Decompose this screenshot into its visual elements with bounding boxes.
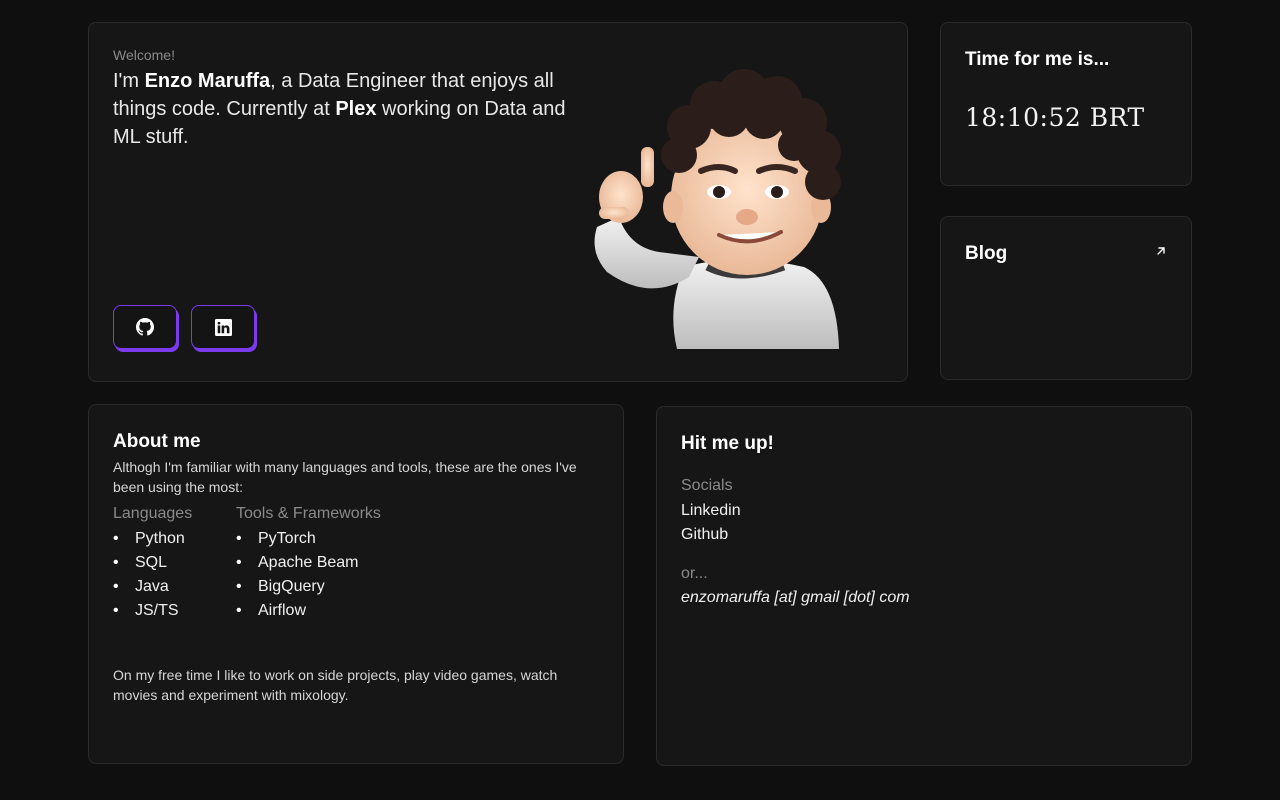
blog-card[interactable]: Blog bbox=[940, 216, 1192, 380]
tools-column: Tools & Frameworks PyTorch Apache Beam B… bbox=[236, 505, 381, 623]
list-item: BigQuery bbox=[236, 575, 381, 599]
contact-card: Hit me up! Socials Linkedin Github or...… bbox=[656, 406, 1192, 766]
list-item: Apache Beam bbox=[236, 551, 381, 575]
tools-heading: Tools & Frameworks bbox=[236, 505, 381, 522]
list-item: Airflow bbox=[236, 599, 381, 623]
github-link[interactable]: Github bbox=[681, 523, 728, 547]
list-item: SQL bbox=[113, 551, 192, 575]
linkedin-link[interactable]: Linkedin bbox=[681, 499, 741, 523]
list-item: PyTorch bbox=[236, 527, 381, 551]
bio-text: I'm Enzo Maruffa, a Data Engineer that e… bbox=[113, 70, 566, 148]
about-card: About me Althogh I'm familiar with many … bbox=[88, 404, 624, 764]
about-title: About me bbox=[113, 431, 201, 452]
list-item: Java bbox=[113, 575, 192, 599]
github-icon bbox=[136, 318, 154, 336]
linkedin-icon bbox=[214, 318, 232, 336]
clock-card: Time for me is... 18:10:52 BRT bbox=[940, 22, 1192, 186]
welcome-text: Welcome! bbox=[113, 47, 175, 63]
clock-time: 18:10:52 BRT bbox=[965, 103, 1145, 132]
free-time-text: On my free time I like to work on side p… bbox=[113, 667, 558, 703]
email-text: enzomaruffa [at] gmail [dot] com bbox=[681, 589, 910, 606]
languages-heading: Languages bbox=[113, 505, 193, 522]
contact-title: Hit me up! bbox=[681, 433, 774, 454]
list-item: JS/TS bbox=[113, 599, 192, 623]
languages-column: Languages Python SQL Java JS/TS bbox=[113, 505, 192, 623]
memoji-avatar bbox=[594, 69, 841, 349]
socials-label: Socials bbox=[681, 477, 733, 494]
intro-card: Welcome! I'm Enzo Maruffa, a Data Engine… bbox=[88, 22, 908, 382]
languages-list: Python SQL Java JS/TS bbox=[113, 527, 192, 623]
clock-title: Time for me is... bbox=[965, 49, 1110, 70]
or-label: or... bbox=[681, 565, 708, 582]
blog-title: Blog bbox=[965, 243, 1008, 264]
linkedin-button[interactable] bbox=[191, 305, 255, 349]
name-highlight: Enzo Maruffa bbox=[144, 70, 271, 92]
arrow-up-right-icon[interactable] bbox=[1155, 245, 1167, 257]
tools-list: PyTorch Apache Beam BigQuery Airflow bbox=[236, 527, 381, 623]
company-highlight: Plex bbox=[335, 98, 377, 120]
github-button[interactable] bbox=[113, 305, 177, 349]
about-description: Althogh I'm familiar with many languages… bbox=[113, 459, 577, 495]
list-item: Python bbox=[113, 527, 192, 551]
